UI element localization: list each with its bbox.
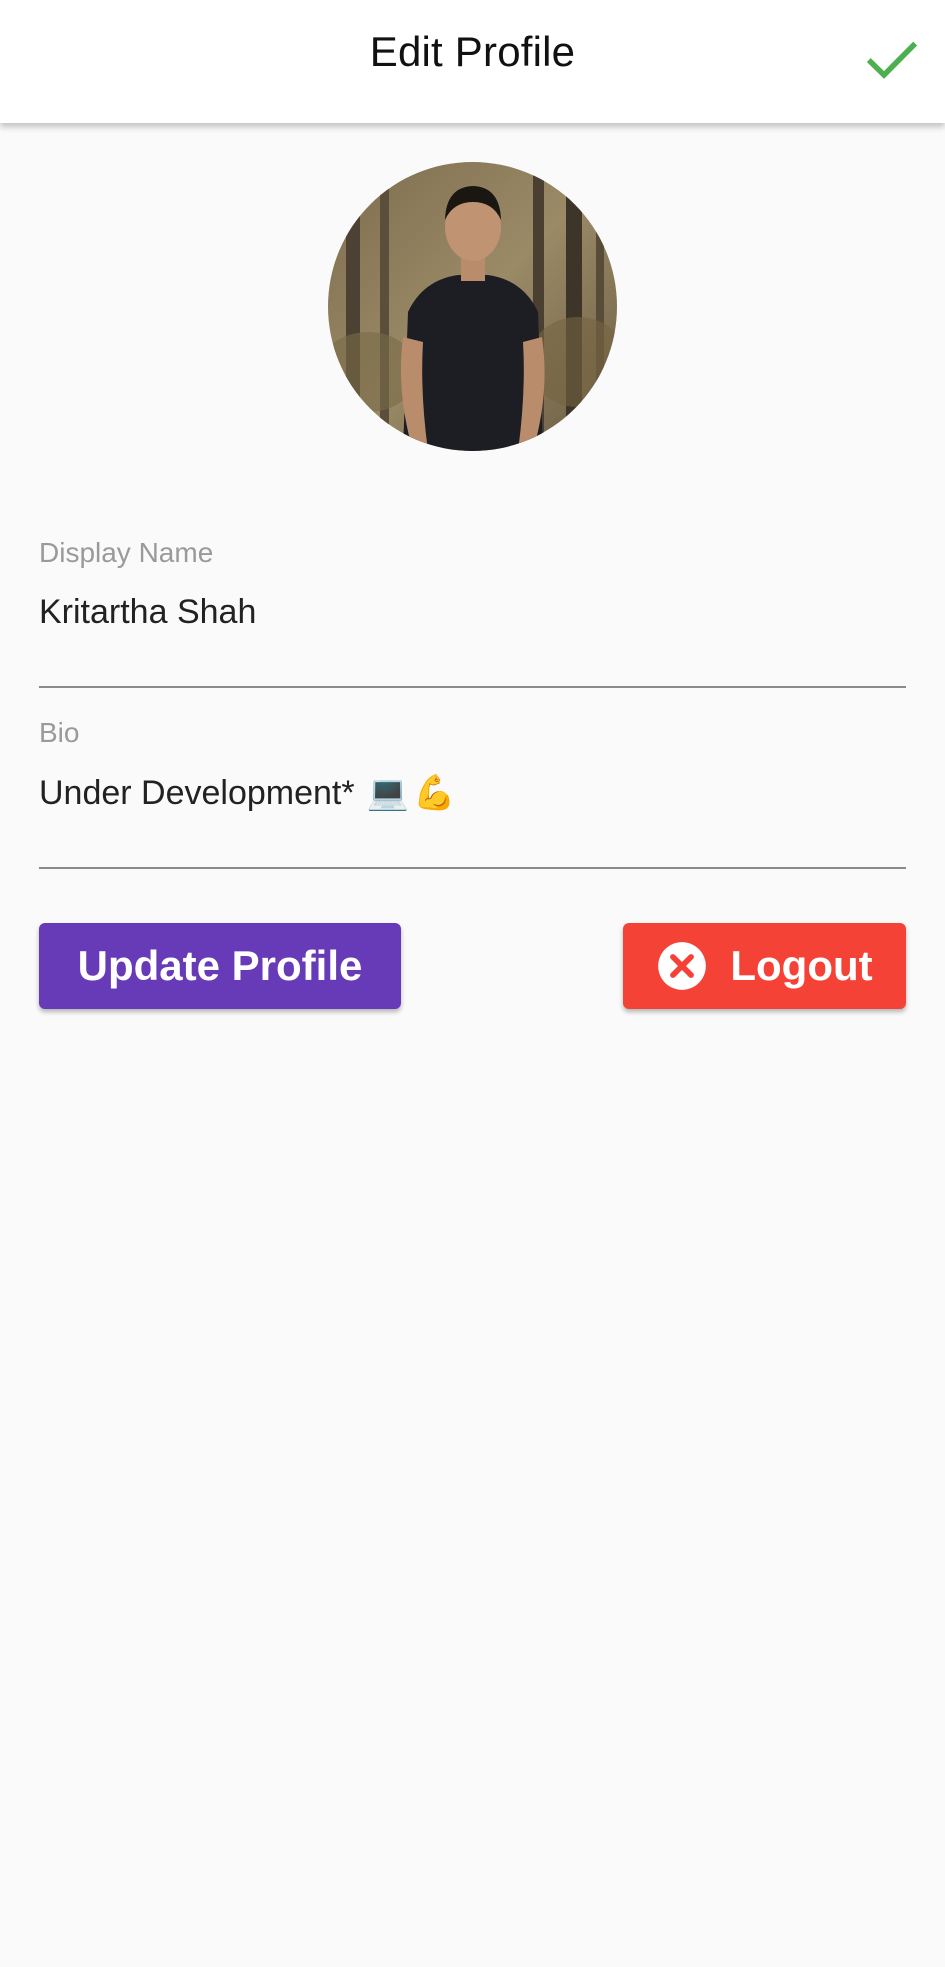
bio-field[interactable]: Bio Under Development* 💻 💪 (39, 717, 906, 869)
display-name-field[interactable]: Display Name Kritartha Shah (39, 537, 906, 688)
close-circle-icon (656, 940, 708, 992)
flexed-biceps-emoji: 💪 (412, 774, 456, 812)
display-name-label: Display Name (39, 537, 214, 568)
display-name-input[interactable]: Kritartha Shah (39, 593, 906, 632)
update-profile-button[interactable]: Update Profile (39, 923, 401, 1009)
page-title: Edit Profile (369, 28, 576, 75)
bio-underline (39, 867, 906, 869)
bio-input[interactable]: Under Development* 💻 💪 (39, 773, 906, 813)
avatar[interactable] (328, 162, 617, 451)
laptop-emoji: 💻 (366, 774, 409, 812)
display-name-value: Kritartha Shah (39, 593, 257, 631)
logout-button[interactable]: Logout (623, 923, 906, 1009)
profile-photo (328, 162, 617, 451)
bio-value: Under Development* (39, 773, 355, 812)
app-bar: Edit Profile (0, 0, 945, 123)
confirm-button[interactable] (859, 27, 925, 93)
update-profile-label: Update Profile (77, 942, 363, 989)
check-icon (866, 41, 918, 79)
logout-label: Logout (730, 942, 873, 989)
bio-label: Bio (39, 717, 80, 748)
display-name-underline (39, 686, 906, 688)
